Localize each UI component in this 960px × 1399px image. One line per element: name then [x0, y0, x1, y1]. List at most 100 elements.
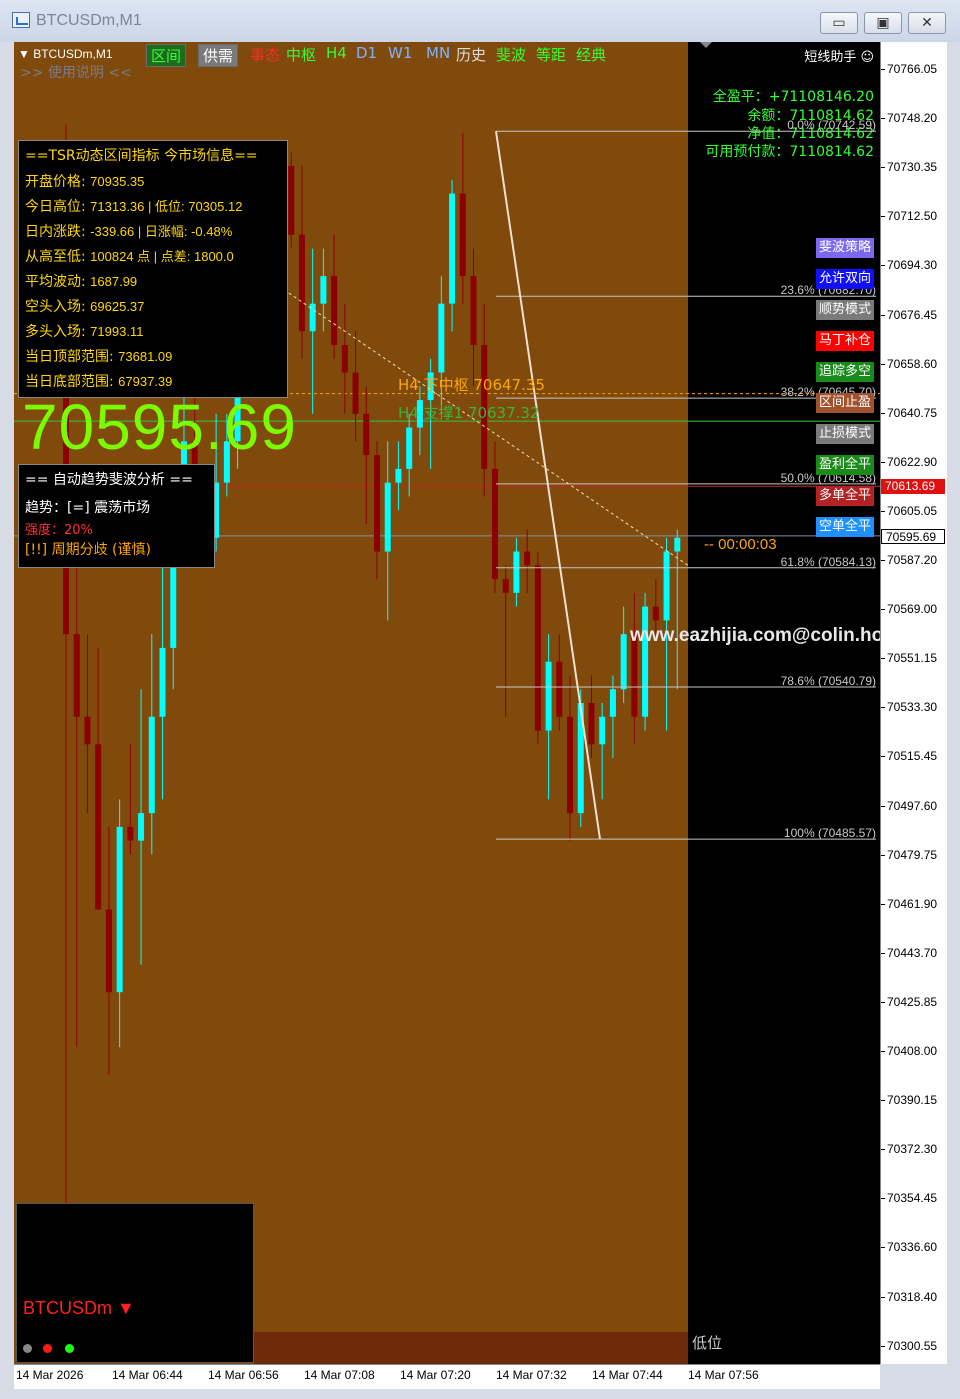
price-tick: 70551.15 [880, 651, 938, 666]
toolbar-button-1[interactable]: 供需 [198, 44, 239, 67]
candle-body [620, 634, 627, 690]
market-info-row: 当日底部范围: 67937.39 [25, 371, 172, 391]
market-info-label: 空头入场: [25, 299, 91, 315]
market-info-row: 平均波动: 1687.99 [25, 271, 137, 291]
price-tick: 70408.00 [880, 1044, 938, 1058]
candle-body [567, 716, 574, 814]
price-tick: 70443.70 [880, 945, 938, 960]
price-tick: 70533.30 [880, 700, 938, 715]
strategy-button-0[interactable]: 斐波策略 [816, 238, 874, 258]
market-info-row: 多头入场: 71993.11 [25, 321, 143, 341]
toolbar-button-4[interactable]: H4 [326, 44, 347, 62]
strategy-button-8[interactable]: 多单全平 [816, 486, 874, 506]
candle-body [320, 276, 327, 304]
chart-area[interactable]: ▼ BTCUSDm,M1 区间 供需 事态 中枢 H4 D1 W1 MN 历史 斐波 等距 经典 >>… [14, 42, 880, 1364]
market-info-value: -339.66 | 日涨幅: -0.48% [90, 224, 233, 239]
fib-level-label: 0.0% (70742.59) [787, 118, 876, 133]
strategy-button-6[interactable]: 止损模式 [816, 424, 874, 444]
candle-body [73, 634, 80, 717]
candle-body [545, 661, 552, 731]
price-tick: 70390.15 [880, 1093, 938, 1108]
price-tick: 70479.75 [880, 847, 938, 862]
toolbar-button-0[interactable]: 区间 [146, 44, 187, 67]
candle-body [116, 826, 123, 993]
candle-body [384, 482, 391, 552]
candle-body [438, 303, 445, 373]
strategy-button-2[interactable]: 顺势模式 [816, 300, 874, 320]
scalping-assistant-label[interactable]: 短线助手 ☺ [804, 46, 874, 65]
fib-trend-line [495, 131, 601, 840]
toolbar-button-7[interactable]: MN [426, 44, 450, 62]
cycle-divergence-warning: [!!] 周期分歧 (谨慎) [25, 542, 151, 558]
market-info-label: 今日高位: [25, 199, 91, 215]
toolbar-button-10[interactable]: 等距 [536, 44, 566, 65]
price-axis[interactable]: 70766.05 70748.20 70730.35 70712.50 70694.30… [880, 42, 947, 1364]
candle-body [588, 703, 595, 745]
market-info-value: 69625.37 [90, 299, 145, 314]
price-tick: 70461.90 [880, 896, 938, 911]
time-axis[interactable]: 14 Mar 2026 14 Mar 06:44 14 Mar 06:56 14 Ma… [14, 1364, 880, 1389]
time-tick: 14 Mar 06:56 [208, 1368, 279, 1382]
status-dot-gray [23, 1344, 32, 1353]
candle-body [524, 551, 531, 566]
candle-body [352, 372, 359, 414]
minimize-button[interactable]: ▭ [820, 12, 858, 34]
maximize-button[interactable]: ▣ [864, 12, 902, 34]
market-info-label: 当日顶部范围: [25, 349, 119, 365]
toolbar-button-5[interactable]: D1 [356, 44, 377, 62]
status-dot-green [65, 1344, 74, 1353]
market-info-row: 从高至低: 100824 点 | 点差: 1800.0 [25, 246, 234, 266]
candle-body [341, 344, 348, 373]
price-tick: 70605.05 [880, 503, 938, 518]
strategy-button-1[interactable]: 允许双向 [816, 269, 874, 289]
market-info-value: 100824 点 | 点差: 1800.0 [90, 249, 234, 264]
strategy-button-5[interactable]: 区间止盈 [816, 393, 874, 413]
toolbar-button-8[interactable]: 历史 [456, 44, 486, 65]
market-info-value: 1687.99 [90, 274, 138, 289]
candle-body [534, 565, 541, 731]
market-info-row: 当日顶部范围: 73681.09 [25, 346, 172, 366]
market-info-row: 空头入场: 69625.37 [25, 296, 144, 316]
symbol-label[interactable]: ▼ BTCUSDm,M1 [18, 47, 113, 61]
strategy-button-7[interactable]: 盈利全平 [816, 455, 874, 475]
strategy-button-9[interactable]: 空单全平 [816, 517, 874, 537]
toolbar-button-6[interactable]: W1 [388, 44, 412, 62]
bid-price-box: 70595.69 [881, 528, 945, 544]
close-button[interactable]: ✕ [908, 12, 946, 34]
candle-body [449, 193, 456, 304]
toolbar-button-9[interactable]: 斐波 [496, 44, 526, 65]
manual-link[interactable]: >> 使用说明 << [20, 62, 132, 82]
price-tick: 70712.50 [880, 209, 938, 224]
candle-body [652, 606, 659, 621]
market-info-panel: ==TSR动态区间指标 今市场信息== 开盘价格: 70935.35 今日高位: … [18, 140, 288, 398]
fib-level-label: 78.6% (70540.79) [780, 674, 876, 689]
market-info-value: 73681.09 [118, 349, 173, 364]
price-tick: 70318.40 [880, 1289, 938, 1304]
market-info-label: 开盘价格: [25, 174, 91, 190]
price-tick: 70587.20 [880, 553, 938, 567]
strategy-button-4[interactable]: 追踪多空 [816, 362, 874, 382]
candle-body [599, 716, 606, 745]
price-tick: 70676.45 [880, 307, 938, 322]
market-info-label: 当日底部范围: [25, 374, 119, 390]
time-tick: 14 Mar 07:20 [400, 1368, 471, 1382]
market-info-row: 今日高位: 71313.36 | 低位: 70305.12 [25, 196, 242, 216]
toolbar-button-2[interactable]: 事态 [250, 44, 280, 65]
candle-body [459, 193, 466, 277]
candle-body [331, 276, 338, 345]
time-tick: 14 Mar 07:44 [592, 1368, 663, 1382]
status-dot-red [43, 1344, 52, 1353]
toolbar-button-11[interactable]: 经典 [576, 44, 606, 65]
strategy-button-3[interactable]: 马丁补仓 [816, 331, 874, 351]
market-info-row: 开盘价格: 70935.35 [25, 171, 144, 191]
price-tick: 70336.60 [880, 1240, 938, 1255]
toolbar-button-3[interactable]: 中枢 [286, 44, 316, 65]
fib-level-label: 61.8% (70584.13) [780, 554, 876, 569]
candle-body [138, 813, 145, 841]
market-info-value: 71993.11 [90, 324, 144, 339]
candle-body [95, 744, 102, 910]
window-titlebar: BTCUSDm,M1 ▭ ▣ ✕ [0, 0, 960, 42]
price-tick: 70425.85 [880, 994, 938, 1009]
candle-body [609, 689, 616, 717]
ask-price-box: 70613.69 [881, 479, 945, 495]
